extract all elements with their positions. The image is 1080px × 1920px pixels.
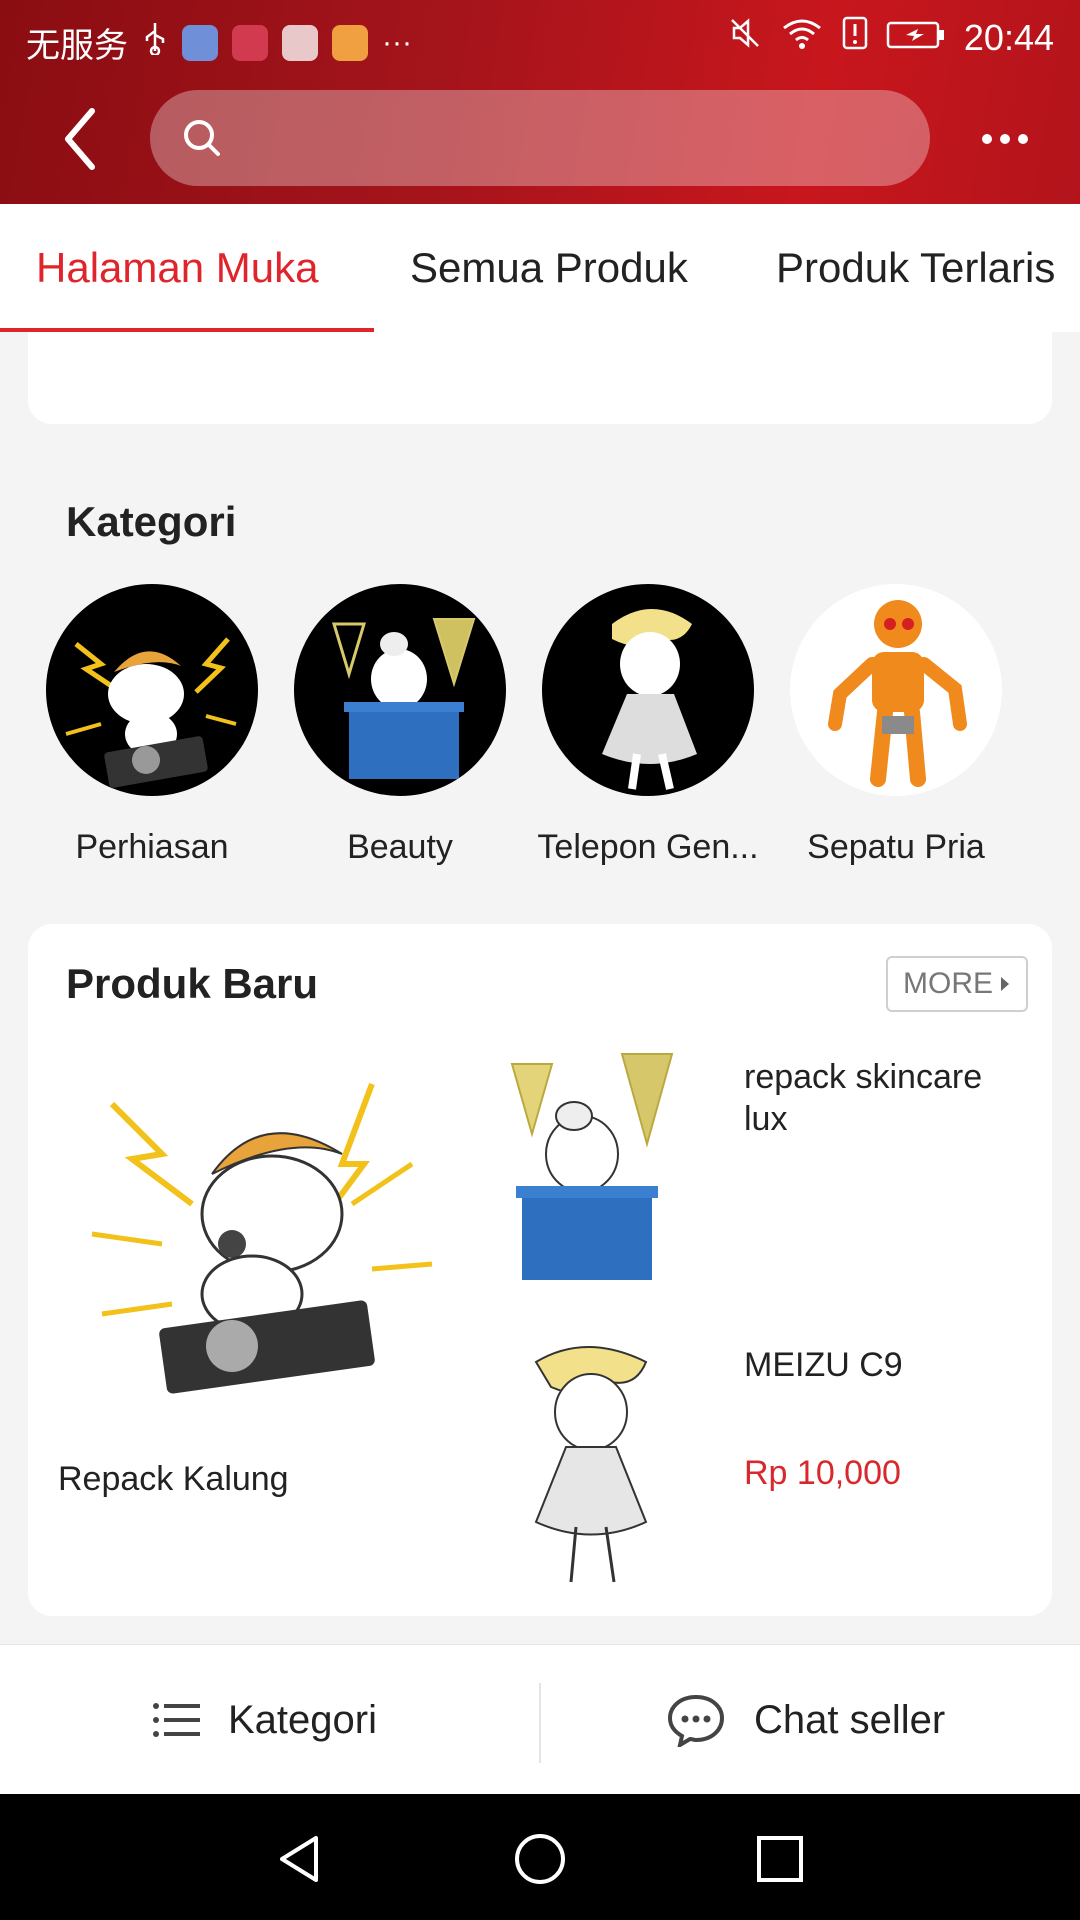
shop-app-icon xyxy=(232,24,268,61)
nav-home-button[interactable] xyxy=(505,1824,575,1894)
category-item-sepatu-pria[interactable]: Sepatu Pria xyxy=(786,584,1006,867)
bottom-action-bar: Kategori Chat seller xyxy=(0,1644,1080,1794)
carrier-text: 无服务 xyxy=(26,27,128,65)
dot-icon xyxy=(982,134,992,144)
chat-bubble-icon xyxy=(667,1694,725,1747)
category-label: Sepatu Pria xyxy=(807,828,985,866)
media-app-icon xyxy=(332,24,368,61)
category-label: Perhiasan xyxy=(75,828,229,866)
tab-bar: Halaman Muka Semua Produk Produk Terlari… xyxy=(0,204,1080,332)
nav-recents-button[interactable] xyxy=(745,1824,815,1894)
product-image-skincare[interactable] xyxy=(482,1044,692,1294)
browser-app-icon xyxy=(182,24,218,61)
product-image-meizu[interactable] xyxy=(496,1332,706,1592)
category-label: Beauty xyxy=(347,828,453,866)
more-options-button[interactable] xyxy=(970,116,1040,162)
triangle-back-icon xyxy=(280,1836,318,1882)
top-card xyxy=(28,332,1052,424)
kategori-button[interactable]: Kategori xyxy=(152,1645,377,1795)
category-label: Telepon Gen... xyxy=(537,828,759,866)
product-name-featured[interactable]: Repack Kalung xyxy=(58,1460,289,1499)
tab-halaman-muka[interactable]: Halaman Muka xyxy=(36,244,318,292)
tab-semua-produk[interactable]: Semua Produk xyxy=(410,244,688,292)
status-left: 无服务 ··· xyxy=(26,18,412,67)
overflow-dots-icon: ··· xyxy=(382,25,412,59)
chat-seller-button[interactable]: Chat seller xyxy=(666,1645,945,1795)
category-item-telepon[interactable]: Telepon Gen... xyxy=(537,584,759,867)
dress-unicorn-image xyxy=(542,584,754,796)
category-item-perhiasan[interactable]: Perhiasan xyxy=(42,584,262,867)
battery-icon xyxy=(886,17,946,59)
dot-icon xyxy=(1018,134,1028,144)
caret-right-icon xyxy=(1001,977,1009,991)
more-label: MORE xyxy=(903,967,993,1000)
back-button[interactable] xyxy=(50,104,110,174)
divider xyxy=(539,1683,541,1763)
clock-text: 20:44 xyxy=(963,16,1054,58)
search-input[interactable] xyxy=(150,90,930,186)
mute-icon xyxy=(728,16,762,59)
status-right: 20:44 xyxy=(728,16,1054,59)
search-icon xyxy=(184,120,220,156)
product-image-repack-kalung[interactable] xyxy=(72,1064,452,1404)
usb-icon xyxy=(142,21,168,64)
tab-produk-terlaris[interactable]: Produk Terlaris xyxy=(776,244,1055,292)
app-header: 无服务 ··· 20:44 xyxy=(0,0,1080,204)
alert-icon xyxy=(842,16,868,59)
wifi-icon xyxy=(780,16,824,59)
product-name-skincare[interactable]: repack skincare lux xyxy=(744,1056,1034,1140)
kategori-button-label: Kategori xyxy=(228,1697,377,1742)
status-bar: 无服务 ··· 20:44 xyxy=(0,0,1080,76)
kategori-title: Kategori xyxy=(66,498,237,545)
produk-baru-card: Produk Baru MORE Repack Kalung repack sk… xyxy=(28,924,1052,1616)
square-recents-icon xyxy=(757,1836,803,1882)
produk-baru-title: Produk Baru xyxy=(66,960,319,1007)
chat-seller-label: Chat seller xyxy=(754,1697,946,1742)
orange-robot-image xyxy=(790,584,1002,796)
category-item-beauty[interactable]: Beauty xyxy=(290,584,510,867)
chandelier-unicorn-image xyxy=(294,584,506,796)
nav-back-button[interactable] xyxy=(264,1824,334,1894)
dj-unicorn-image xyxy=(46,584,258,796)
more-button[interactable]: MORE xyxy=(886,956,1028,1012)
product-name-meizu[interactable]: MEIZU C9 xyxy=(744,1344,1034,1386)
fm-app-icon xyxy=(282,24,318,61)
toolbar xyxy=(0,86,1080,192)
system-nav-bar xyxy=(0,1794,1080,1920)
dot-icon xyxy=(1000,134,1010,144)
product-price-meizu: Rp 10,000 xyxy=(744,1454,901,1492)
list-icon xyxy=(153,1703,200,1737)
circle-home-icon xyxy=(515,1834,565,1884)
chevron-left-icon xyxy=(65,108,95,170)
